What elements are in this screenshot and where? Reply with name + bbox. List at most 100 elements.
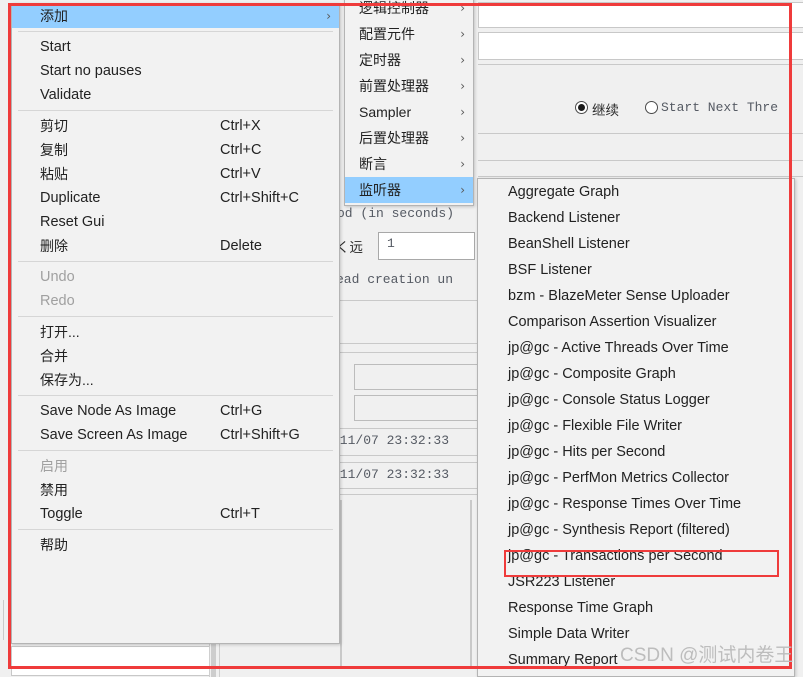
- bg-divider-3: [478, 160, 803, 161]
- listener-menu-item[interactable]: jp@gc - PerfMon Metrics Collector: [478, 465, 794, 491]
- listener-menu-item[interactable]: jp@gc - Active Threads Over Time: [478, 335, 794, 361]
- menu-item-shortcut: Ctrl+T: [220, 506, 260, 522]
- add-submenu-item[interactable]: 断言 ›: [345, 151, 473, 177]
- bg-vline-2: [341, 500, 342, 667]
- add-submenu-item[interactable]: 后置处理器 ›: [345, 125, 473, 151]
- menu-item[interactable]: Validate: [12, 83, 339, 107]
- listeners-submenu[interactable]: Aggregate Graph Backend Listener BeanShell…: [477, 178, 795, 677]
- bottom-left-pane[interactable]: [11, 646, 210, 676]
- listener-menu-item[interactable]: BSF Listener: [478, 257, 794, 283]
- menu-separator: [18, 529, 333, 530]
- bg-label-thread-creation: ead creation un: [336, 272, 454, 287]
- add-submenu-item[interactable]: 前置处理器 ›: [345, 73, 473, 99]
- timestamp-2: /11/07 23:32:33: [332, 467, 450, 482]
- timestamp-1: /11/07 23:32:33: [332, 433, 450, 448]
- bg-vline-4: [471, 500, 472, 667]
- listener-menu-item[interactable]: JSR223 Listener: [478, 569, 794, 595]
- menu-item[interactable]: 复制 Ctrl+C: [12, 138, 339, 162]
- listener-menu-item[interactable]: jp@gc - Synthesis Report (filtered): [478, 517, 794, 543]
- context-menu[interactable]: 添加 › Start Start no pauses Validate 剪切 Ctrl+X 复…: [11, 3, 340, 644]
- listener-menu-item[interactable]: jp@gc - Hits per Second: [478, 439, 794, 465]
- loop-count-value: 1: [387, 236, 395, 251]
- menu-item: Redo: [12, 289, 339, 313]
- listener-menu-item[interactable]: bzm - BlazeMeter Sense Uploader: [478, 283, 794, 309]
- bg-input-b[interactable]: [354, 395, 479, 421]
- menu-item[interactable]: Start no pauses: [12, 59, 339, 83]
- bg-divider-8: [330, 428, 477, 429]
- listener-menu-item[interactable]: jp@gc - Console Status Logger: [478, 387, 794, 413]
- menu-item[interactable]: 合并: [12, 344, 339, 368]
- bg-field-row-1[interactable]: [478, 2, 803, 28]
- radio-start-next-thread-label: Start Next Thre: [661, 100, 779, 115]
- listener-menu-item-label: Comparison Assertion Visualizer: [508, 314, 717, 330]
- menu-item-label: 剪切: [40, 118, 68, 134]
- menu-item-shortcut: Ctrl+Shift+G: [220, 427, 300, 443]
- menu-item[interactable]: 打开...: [12, 320, 339, 344]
- bg-divider-6: [330, 343, 477, 344]
- add-submenu-item-label: 后置处理器: [359, 130, 429, 146]
- menu-item[interactable]: Toggle Ctrl+T: [12, 502, 339, 526]
- add-submenu-item[interactable]: 配置元件 ›: [345, 21, 473, 47]
- radio-start-next-thread-outer[interactable]: [645, 101, 658, 114]
- listener-menu-item-label: JSR223 Listener: [508, 574, 616, 590]
- listener-menu-item[interactable]: Backend Listener: [478, 205, 794, 231]
- menu-item[interactable]: Save Node As Image Ctrl+G: [12, 399, 339, 423]
- menu-separator: [18, 450, 333, 451]
- listener-menu-item-label: jp@gc - Transactions per Second: [508, 548, 723, 564]
- listener-menu-item[interactable]: BeanShell Listener: [478, 231, 794, 257]
- menu-item-shortcut: Ctrl+C: [220, 142, 262, 158]
- menu-separator: [18, 31, 333, 32]
- listener-menu-item[interactable]: jp@gc - Transactions per Second: [478, 543, 794, 569]
- listener-menu-item[interactable]: Comparison Assertion Visualizer: [478, 309, 794, 335]
- menu-item[interactable]: Save Screen As Image Ctrl+Shift+G: [12, 423, 339, 447]
- listener-menu-item[interactable]: Response Time Graph: [478, 595, 794, 621]
- menu-item-shortcut: Ctrl+G: [220, 403, 263, 419]
- chevron-right-icon: ›: [460, 27, 465, 41]
- vertical-scrollbar-thumb[interactable]: [211, 644, 216, 677]
- listener-menu-item[interactable]: jp@gc - Composite Graph: [478, 361, 794, 387]
- csdn-watermark: CSDN @测试内卷王: [620, 645, 794, 666]
- menu-item-label: 启用: [40, 458, 68, 474]
- listener-menu-item-label: jp@gc - Active Threads Over Time: [508, 340, 729, 356]
- menu-item[interactable]: 禁用: [12, 478, 339, 502]
- menu-item[interactable]: 帮助: [12, 533, 339, 557]
- add-submenu-item[interactable]: 逻辑控制器 ›: [345, 0, 473, 21]
- menu-item-label: Duplicate: [40, 190, 101, 206]
- listener-menu-item-label: Response Time Graph: [508, 600, 654, 616]
- menu-item[interactable]: Reset Gui: [12, 210, 339, 234]
- listener-menu-item-label: Summary Report: [508, 652, 618, 668]
- menu-item: 启用: [12, 454, 339, 478]
- menu-item-label: 打开...: [40, 324, 80, 340]
- bg-divider-11: [330, 488, 477, 489]
- add-submenu-item[interactable]: Sampler ›: [345, 99, 473, 125]
- add-submenu-item[interactable]: 监听器 ›: [345, 177, 473, 203]
- listener-menu-item-label: jp@gc - Composite Graph: [508, 366, 676, 382]
- menu-item[interactable]: 保存为...: [12, 368, 339, 392]
- add-submenu-item-label: 配置元件: [359, 26, 415, 42]
- listener-menu-item[interactable]: Aggregate Graph: [478, 179, 794, 205]
- menu-item[interactable]: 删除 Delete: [12, 234, 339, 258]
- listener-menu-item-label: jp@gc - PerfMon Metrics Collector: [508, 470, 729, 486]
- bg-field-row-2[interactable]: [478, 32, 803, 60]
- chevron-right-icon: ›: [460, 183, 465, 197]
- menu-separator: [18, 261, 333, 262]
- menu-item[interactable]: 添加 ›: [12, 4, 339, 28]
- menu-item[interactable]: Start: [12, 35, 339, 59]
- add-submenu-item[interactable]: 定时器 ›: [345, 47, 473, 73]
- bg-divider-4: [478, 176, 803, 177]
- add-submenu-item-label: 监听器: [359, 182, 401, 198]
- bg-input-a[interactable]: [354, 364, 479, 390]
- menu-item[interactable]: 粘贴 Ctrl+V: [12, 162, 339, 186]
- menu-item-label: Redo: [40, 293, 75, 309]
- add-submenu[interactable]: 逻辑控制器 › 配置元件 › 定时器 › 前置处理器 › Sampler › 后置处理器 › 断言 › 监听…: [344, 0, 474, 206]
- menu-item[interactable]: Duplicate Ctrl+Shift+C: [12, 186, 339, 210]
- add-submenu-item-label: 定时器: [359, 52, 401, 68]
- menu-item[interactable]: 剪切 Ctrl+X: [12, 114, 339, 138]
- bg-divider-1: [478, 64, 803, 65]
- listener-menu-item[interactable]: jp@gc - Flexible File Writer: [478, 413, 794, 439]
- listener-menu-item-label: Aggregate Graph: [508, 184, 620, 200]
- menu-item-label: 粘贴: [40, 166, 68, 182]
- menu-separator: [18, 395, 333, 396]
- listener-menu-item[interactable]: jp@gc - Response Times Over Time: [478, 491, 794, 517]
- add-submenu-item-label: 前置处理器: [359, 78, 429, 94]
